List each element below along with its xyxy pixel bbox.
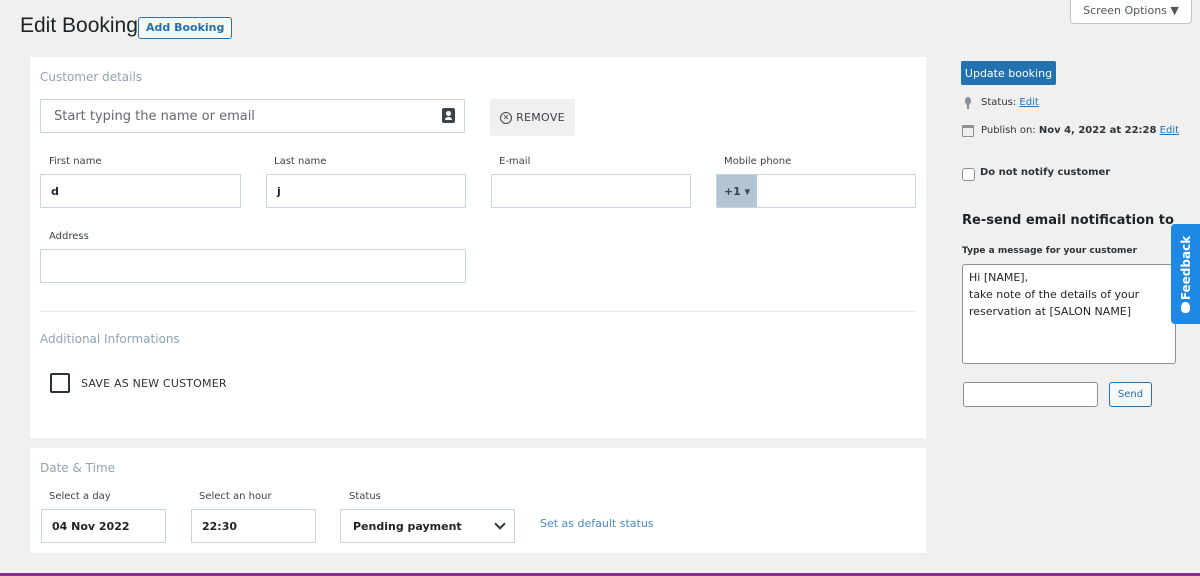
publish-date: Nov 4, 2022 at 22:28: [1038, 125, 1157, 136]
first-name-value: d: [51, 184, 59, 198]
message-label: Type a message for your customer: [962, 246, 1137, 256]
status-row: Status: Edit: [981, 97, 1039, 108]
status-edit-link[interactable]: Edit: [1019, 97, 1038, 108]
status-select[interactable]: Pending payment: [340, 509, 515, 543]
update-booking-button[interactable]: Update booking: [961, 61, 1056, 85]
first-name-input[interactable]: d: [40, 174, 241, 208]
additional-info-section-label: Additional Informations: [40, 332, 180, 346]
save-as-new-customer-checkbox[interactable]: [50, 373, 70, 393]
send-recipient-input[interactable]: [963, 382, 1098, 407]
customer-message-textarea[interactable]: Hi [NAME], take note of the details of y…: [962, 264, 1176, 364]
feedback-tab[interactable]: Feedback: [1171, 224, 1200, 324]
country-code-value: +1 ▾: [723, 184, 751, 198]
datetime-section-label: Date & Time: [40, 461, 116, 475]
select-hour-value: 22:30: [202, 519, 238, 533]
page-title: Edit Booking: [20, 14, 138, 37]
bug-icon: [1181, 302, 1190, 313]
close-circle-icon: ✕: [500, 111, 513, 124]
screen-options-button[interactable]: Screen Options ▼: [1070, 0, 1192, 24]
set-default-status-link[interactable]: Set as default status: [540, 517, 654, 530]
first-name-label: First name: [49, 156, 102, 167]
email-input[interactable]: [491, 174, 691, 208]
address-input[interactable]: [40, 249, 466, 283]
resend-notification-title: Re-send email notification to: [962, 213, 1174, 228]
select-day-label: Select a day: [49, 491, 111, 502]
status-label: Status: [349, 491, 381, 502]
remove-button[interactable]: ✕ REMOVE: [490, 99, 575, 136]
do-not-notify-checkbox[interactable]: [962, 168, 975, 181]
email-label: E-mail: [499, 156, 531, 167]
chevron-down-icon: [494, 518, 506, 530]
last-name-label: Last name: [274, 156, 327, 167]
country-code-select[interactable]: +1 ▾: [717, 175, 757, 207]
select-day-value: 04 Nov 2022: [52, 519, 130, 533]
last-name-input[interactable]: j: [266, 174, 466, 208]
do-not-notify-label[interactable]: Do not notify customer: [980, 167, 1110, 178]
calendar-icon: [962, 125, 974, 137]
status-prefix: Status:: [981, 97, 1017, 108]
pin-icon: [965, 97, 971, 109]
select-hour-input[interactable]: 22:30: [191, 509, 316, 543]
publish-prefix: Publish on:: [981, 125, 1036, 136]
customer-search-input[interactable]: Start typing the name or email: [40, 99, 465, 133]
select-day-input[interactable]: 04 Nov 2022: [41, 509, 166, 543]
status-select-value: Pending payment: [353, 519, 462, 533]
remove-label: REMOVE: [516, 111, 565, 124]
feedback-label: Feedback: [1178, 235, 1193, 301]
publish-row: Publish on: Nov 4, 2022 at 22:28 Edit: [981, 125, 1179, 136]
select-hour-label: Select an hour: [199, 491, 272, 502]
mobile-phone-label: Mobile phone: [724, 156, 792, 167]
add-booking-button[interactable]: Add Booking: [138, 17, 233, 39]
address-label: Address: [49, 231, 89, 242]
section-divider: [40, 311, 916, 312]
contact-card-icon[interactable]: [442, 108, 455, 123]
last-name-value: j: [277, 184, 281, 198]
publish-edit-link[interactable]: Edit: [1160, 125, 1179, 136]
send-button[interactable]: Send: [1109, 382, 1152, 407]
save-as-new-customer-label[interactable]: SAVE AS NEW CUSTOMER: [81, 377, 227, 390]
mobile-phone-input[interactable]: +1 ▾: [716, 174, 916, 208]
customer-section-label: Customer details: [40, 70, 143, 84]
customer-search-placeholder: Start typing the name or email: [54, 108, 255, 124]
